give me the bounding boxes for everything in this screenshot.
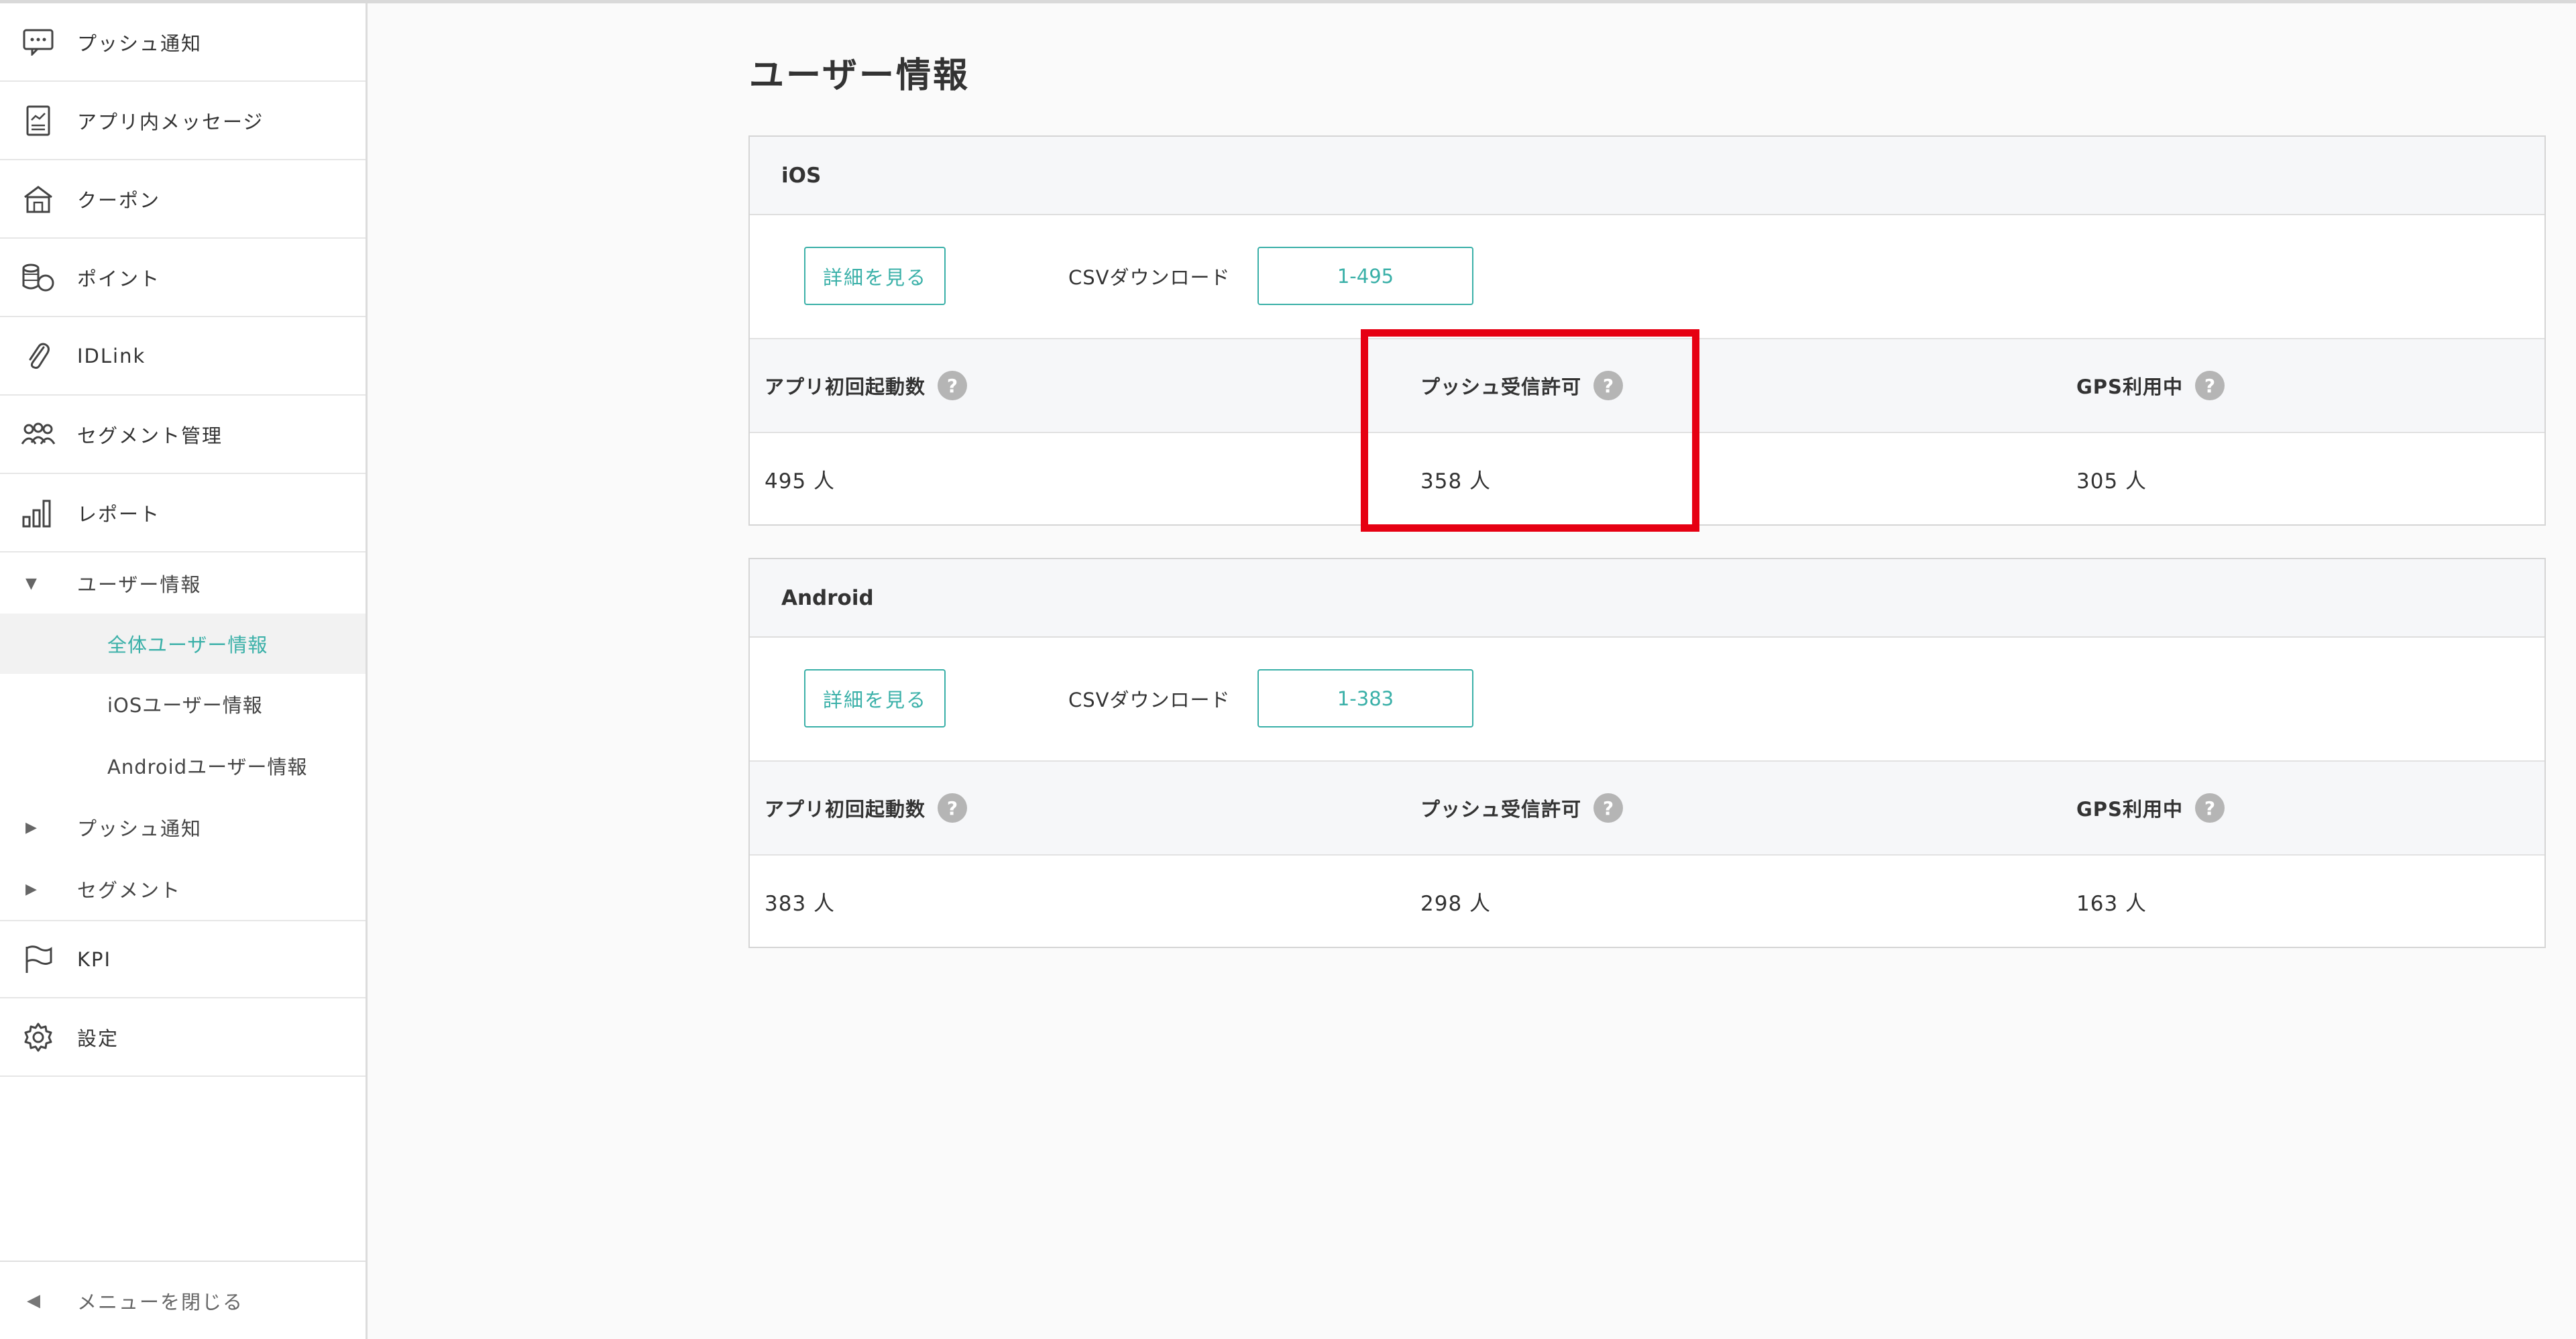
sidebar-sub-all-users[interactable]: 全体ユーザー情報 [0, 614, 366, 674]
caret-left-icon: ◀ [27, 1290, 42, 1311]
ios-gps-header: GPS利用中 ? [2076, 339, 2225, 432]
page-title: ユーザー情報 [749, 56, 970, 96]
ios-csv-label: CSVダウンロード [1068, 266, 1231, 289]
highlight-annotation-box [1361, 329, 1699, 532]
android-first-launch-value: 383 人 [765, 891, 836, 916]
sidebar-item-settings[interactable]: 設定 [0, 998, 366, 1077]
sidebar-tree-user-info[interactable]: ▼ ユーザー情報 [0, 553, 366, 614]
help-icon[interactable]: ? [1593, 793, 1624, 823]
android-push-value: 298 人 [1420, 891, 1492, 916]
sidebar-item-coupon[interactable]: クーポン [0, 160, 366, 239]
sidebar-item-label: プッシュ通知 [77, 32, 203, 55]
sidebar-item-label: セグメント管理 [77, 424, 223, 447]
sidebar-tree-label: セグメント [77, 879, 182, 902]
caret-right-icon: ▶ [25, 880, 38, 898]
caret-down-icon: ▼ [25, 575, 38, 592]
top-border [0, 0, 2576, 3]
sidebar-item-label: レポート [77, 502, 161, 526]
bar-chart-icon [20, 495, 56, 531]
sidebar-tree-segment[interactable]: ▶ セグメント [0, 859, 366, 919]
android-first-launch-header: アプリ初回起動数 ? [765, 762, 968, 854]
close-menu-label: メニューを閉じる [77, 1290, 244, 1314]
close-menu-button[interactable]: ◀ メニューを閉じる [0, 1261, 366, 1339]
ios-first-launch-header: アプリ初回起動数 ? [765, 339, 968, 432]
coins-icon [20, 259, 56, 296]
ios-card-title: iOS [750, 137, 2544, 215]
android-gps-header: GPS利用中 ? [2076, 762, 2225, 854]
sidebar-sub-label: 全体ユーザー情報 [107, 634, 268, 656]
sidebar-item-label: 設定 [77, 1027, 119, 1050]
sidebar-item-segment-management[interactable]: セグメント管理 [0, 396, 366, 474]
help-icon[interactable]: ? [2194, 371, 2225, 400]
sidebar-tree-label: ユーザー情報 [77, 573, 202, 596]
sidebar-tree-label: プッシュ通知 [77, 817, 203, 840]
gps-label: GPS利用中 [2076, 798, 2183, 821]
android-csv-label: CSVダウンロード [1068, 688, 1231, 711]
ios-gps-value: 305 人 [2076, 469, 2147, 493]
android-push-header: プッシュ受信許可 ? [1420, 762, 1624, 854]
android-card-title: Android [750, 559, 2544, 638]
sidebar-item-kpi[interactable]: KPI [0, 920, 366, 998]
first-launch-label: アプリ初回起動数 [765, 375, 926, 398]
sidebar-sub-ios-users[interactable]: iOSユーザー情報 [0, 674, 366, 734]
sidebar-tree-push[interactable]: ▶ プッシュ通知 [0, 797, 366, 858]
store-icon [20, 181, 56, 217]
sidebar-item-label: KPI [77, 947, 112, 971]
sidebar-item-label: クーポン [77, 188, 161, 212]
sidebar-item-label: ポイント [77, 267, 161, 290]
sidebar-sub-label: Androidユーザー情報 [107, 756, 308, 778]
first-launch-label: アプリ初回起動数 [765, 798, 926, 821]
sidebar-item-label: アプリ内メッセージ [77, 110, 264, 133]
android-csv-download-button[interactable]: 1-383 [1257, 669, 1473, 727]
sidebar-item-in-app-message[interactable]: アプリ内メッセージ [0, 82, 366, 160]
gps-label: GPS利用中 [2076, 375, 2183, 398]
sidebar-item-label: IDLink [77, 344, 146, 367]
message-bubble-icon [20, 24, 56, 60]
ios-detail-button[interactable]: 詳細を見る [804, 247, 946, 305]
sidebar-item-idlink[interactable]: IDLink [0, 317, 366, 396]
sidebar-item-report[interactable]: レポート [0, 474, 366, 552]
sidebar: プッシュ通知 アプリ内メッセージ クーポン ポイント IDLink セグメント管… [0, 3, 368, 1339]
push-permission-label: プッシュ受信許可 [1420, 798, 1582, 821]
help-icon[interactable]: ? [938, 793, 968, 823]
android-stats-header: アプリ初回起動数 ? プッシュ受信許可 ? GPS利用中 ? [750, 762, 2544, 856]
ios-csv-download-button[interactable]: 1-495 [1257, 247, 1473, 305]
document-chart-icon [20, 103, 56, 139]
android-card-actions: 詳細を見る CSVダウンロード 1-383 [750, 638, 2544, 762]
caret-right-icon: ▶ [25, 819, 38, 836]
sidebar-item-point[interactable]: ポイント [0, 239, 366, 317]
ios-first-launch-value: 495 人 [765, 469, 836, 493]
android-gps-value: 163 人 [2076, 891, 2147, 916]
sidebar-item-push-notification[interactable]: プッシュ通知 [0, 3, 366, 82]
help-icon[interactable]: ? [2194, 793, 2225, 823]
users-icon [20, 416, 56, 453]
android-card: Android 詳細を見る CSVダウンロード 1-383 アプリ初回起動数 ?… [748, 558, 2546, 948]
sidebar-sub-android-users[interactable]: Androidユーザー情報 [0, 736, 366, 796]
gear-icon [20, 1019, 56, 1055]
android-stats-values: 383 人 298 人 163 人 [750, 856, 2544, 947]
sidebar-sub-label: iOSユーザー情報 [107, 694, 263, 717]
flag-icon [20, 941, 56, 978]
android-detail-button[interactable]: 詳細を見る [804, 669, 946, 727]
help-icon[interactable]: ? [938, 371, 968, 400]
paperclip-icon [20, 338, 56, 374]
ios-card-actions: 詳細を見る CSVダウンロード 1-495 [750, 215, 2544, 339]
